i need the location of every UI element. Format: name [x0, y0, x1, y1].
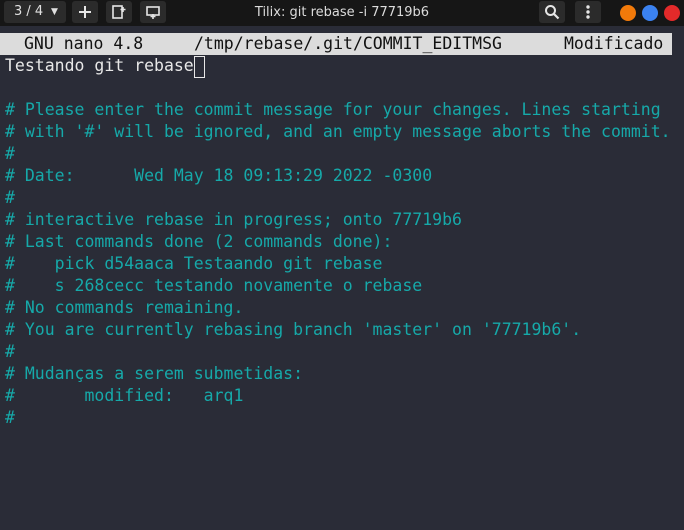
- add-terminal-down-icon: [146, 6, 160, 19]
- more-vert-icon: [586, 5, 590, 19]
- nano-header-bar: GNU nano 4.8 /tmp/rebase/.git/COMMIT_EDI…: [0, 33, 672, 55]
- buffer-line: # Please enter the commit message for yo…: [5, 100, 661, 119]
- nano-filename: /tmp/rebase/.git/COMMIT_EDITMSG: [194, 34, 502, 53]
- buffer-line: # with '#' will be ignored, and an empty…: [5, 122, 671, 141]
- session-label: 3 / 4: [14, 4, 44, 19]
- buffer-line: # modified: arq1: [5, 386, 244, 405]
- commit-message-line[interactable]: Testando git rebase: [5, 55, 194, 77]
- find-button[interactable]: [539, 1, 565, 23]
- buffer-line: # Mudanças a serem submetidas:: [5, 364, 304, 383]
- buffer-line: # You are currently rebasing branch 'mas…: [5, 320, 582, 339]
- buffer-line: # s 268cecc testando novamente o rebase: [5, 276, 423, 295]
- add-terminal-down-button[interactable]: [140, 1, 166, 23]
- title-bar: 3 / 4 ▼ Tilix: git rebase -i 77719b6: [0, 0, 684, 26]
- add-terminal-right-button[interactable]: [106, 1, 132, 23]
- buffer-line: # No commands remaining.: [5, 298, 244, 317]
- add-session-button[interactable]: [72, 1, 98, 23]
- session-switcher-button[interactable]: 3 / 4 ▼: [4, 1, 66, 23]
- buffer-line: # pick d54aaca Testaando git rebase: [5, 254, 383, 273]
- buffer-line: #: [5, 342, 15, 361]
- search-icon: [545, 5, 560, 20]
- maximize-button[interactable]: [642, 5, 658, 21]
- buffer-line: # interactive rebase in progress; onto 7…: [5, 210, 462, 229]
- nano-version: GNU nano 4.8: [24, 34, 144, 53]
- nano-status: Modificado: [564, 34, 664, 53]
- chevron-down-icon: ▼: [51, 7, 58, 17]
- add-terminal-right-icon: [112, 5, 126, 19]
- buffer-line: # Last commands done (2 commands done):: [5, 232, 393, 251]
- terminal-menu-button[interactable]: [575, 1, 601, 23]
- buffer-line: #: [5, 144, 15, 163]
- minimize-button[interactable]: [620, 5, 636, 21]
- text-cursor: [194, 56, 205, 78]
- plus-icon: [79, 6, 91, 18]
- buffer-line: #: [5, 408, 15, 427]
- buffer-line: #: [5, 188, 15, 207]
- buffer-line: # Date: Wed May 18 09:13:29 2022 -0300: [5, 166, 433, 185]
- window-title: Tilix: git rebase -i 77719b6: [254, 5, 430, 20]
- close-button[interactable]: [664, 5, 680, 21]
